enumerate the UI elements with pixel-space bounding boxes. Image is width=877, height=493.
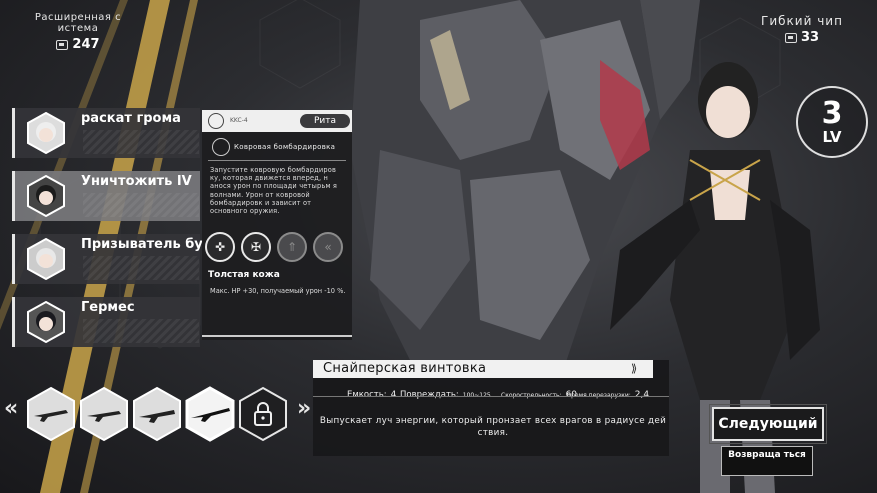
weapon-slot-rifle[interactable] — [26, 386, 76, 442]
weapon-slot-rifle[interactable] — [79, 386, 129, 442]
skill-name: раскат грома — [81, 111, 181, 126]
character-avatar — [27, 301, 65, 343]
stat-reload: Время перезарузки:2,4 — [567, 390, 650, 400]
level-number: 3 — [821, 96, 843, 131]
divider — [313, 396, 669, 397]
level-label: LV — [822, 128, 842, 146]
weapon-preview — [83, 130, 199, 154]
resource-value: 33 — [800, 30, 820, 45]
stat-damage: Повреждать:100~125 — [400, 390, 491, 400]
divider — [208, 160, 346, 161]
chip-icon — [56, 39, 69, 50]
prev-weapon-arrow[interactable]: « — [4, 396, 18, 421]
detail-header: KKC-4 Рита — [202, 110, 352, 132]
resource-title: Гибкий чип — [761, 14, 843, 28]
weapon-slot-locked[interactable] — [238, 386, 288, 442]
emblem-icon — [212, 138, 230, 156]
weapon-preview — [83, 256, 199, 280]
double-arrow-icon: ⟫ — [631, 362, 638, 375]
skill-card-thunder[interactable]: раскат грома — [12, 108, 200, 158]
resource-flexible-chip: Гибкий чип 33 — [752, 14, 852, 45]
weapon-title-bar: Снайперская винтовка ⟫ — [313, 360, 653, 378]
double-arrow-icon[interactable]: « — [313, 232, 343, 262]
next-weapon-arrow[interactable]: » — [297, 396, 311, 421]
weapon-description: Выпускает луч энергии, который пронзает … — [319, 416, 667, 438]
skill-name: Уничтожить IV — [81, 174, 192, 189]
perk-description: Макс. HP +30, получаемый урон -10 %. — [210, 287, 346, 295]
skill-name: Призыватель бу — [81, 237, 203, 252]
resource-expanded-system: Расширенная с истема 247 — [30, 12, 126, 52]
detail-code: KKC-4 — [230, 117, 248, 124]
weapon-preview — [83, 319, 199, 343]
character-avatar — [27, 112, 65, 154]
weapon-name: Снайперская винтовка — [323, 361, 487, 376]
skill-detail-panel: KKC-4 Рита Ковровая бомбардировка Запуст… — [202, 110, 352, 340]
chip-icon — [784, 32, 797, 43]
resource-title: Расширенная с истема — [34, 12, 122, 34]
stat-fire-rate: Скорострельность:60 — [501, 390, 578, 400]
sniper-icon — [185, 386, 235, 442]
shield-cross-icon[interactable]: ✠ — [241, 232, 271, 262]
weapon-preview — [83, 193, 199, 217]
skill-card-destroy-iv[interactable]: Уничтожить IV — [12, 171, 200, 221]
shotgun-icon — [133, 386, 181, 442]
emblem-icon — [208, 113, 224, 129]
crosshair-icon[interactable]: ✜ — [205, 232, 235, 262]
divider — [202, 335, 352, 337]
weapon-info-panel: Снайперская винтовка ⟫ Емкость: 4 Поврежд… — [313, 360, 669, 456]
rifle-icon — [80, 386, 128, 442]
rifle-icon — [27, 386, 75, 442]
weapon-slot-sniper[interactable] — [185, 386, 235, 442]
next-button[interactable]: Следующий — [709, 404, 827, 444]
character-avatar — [27, 175, 65, 217]
perk-row: ✜ ✠ ⇑ « — [205, 232, 353, 264]
lock-icon — [239, 386, 287, 442]
level-indicator: 3 LV — [796, 86, 868, 158]
stat-capacity: Емкость: 4 — [347, 390, 397, 400]
character-badge: Рита — [300, 114, 350, 128]
detail-description: Запустите ковровую бомбардиров ку, котор… — [210, 166, 338, 216]
back-button[interactable]: Возвраща ться — [721, 446, 813, 476]
detail-subtitle: Ковровая бомбардировка — [234, 143, 336, 151]
skill-name: Гермес — [81, 300, 135, 315]
perk-title: Толстая кожа — [208, 270, 280, 280]
skill-card-summoner[interactable]: Призыватель бу — [12, 234, 203, 284]
skill-card-hermes[interactable]: Гермес — [12, 297, 200, 347]
weapon-slot-shotgun[interactable] — [132, 386, 182, 442]
resource-value: 247 — [72, 37, 100, 52]
arrow-up-icon[interactable]: ⇑ — [277, 232, 307, 262]
character-avatar — [27, 238, 65, 280]
